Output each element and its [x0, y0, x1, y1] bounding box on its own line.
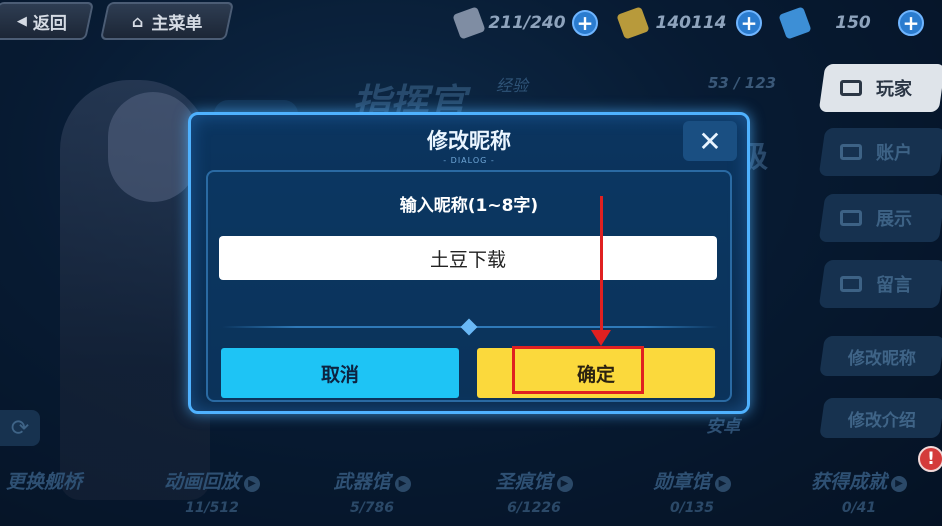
add-stamina-button[interactable]: + [572, 10, 598, 36]
tab-account[interactable]: 账户 [818, 128, 942, 176]
dialog-subtitle: - DIALOG - [443, 156, 495, 165]
arrow-icon: ▶ [244, 476, 260, 492]
arrow-icon: ▶ [891, 476, 907, 492]
close-icon[interactable]: ✕ [683, 121, 737, 161]
cancel-button[interactable]: 取消 [221, 348, 459, 398]
folder-icon [840, 144, 862, 160]
exp-label: 经验 [496, 76, 529, 95]
nav-label: 圣痕馆 [495, 471, 553, 493]
crystal-icon [778, 6, 812, 40]
nav-stigmata-hall[interactable]: 圣痕馆 ▶ 6/1226 [492, 467, 576, 516]
message-icon [840, 276, 862, 292]
display-icon [840, 210, 862, 226]
nickname-prompt: 输入昵称(1~8字) [399, 196, 539, 216]
alert-icon: ! [918, 446, 942, 472]
tab-message[interactable]: 留言 [818, 260, 942, 308]
nav-count: 11/512 [185, 500, 239, 516]
tab-message-label: 留言 [876, 275, 912, 296]
character-hair [108, 92, 198, 202]
back-label: 返回 [33, 13, 67, 34]
stamina-icon [452, 6, 486, 40]
nav-count: 5/786 [349, 500, 395, 516]
nav-label: 勋章馆 [653, 471, 711, 493]
platform-label: 安卓 [706, 417, 740, 437]
coins-counter: 140114 + [616, 6, 762, 40]
nav-medal-hall[interactable]: 勋章馆 ▶ 0/135 [650, 467, 734, 516]
tab-player[interactable]: 玩家 [818, 64, 942, 112]
crystals-counter: 150 + [778, 6, 924, 40]
change-bridge-label: 更换舰桥 [6, 471, 83, 493]
tab-display[interactable]: 展示 [818, 194, 942, 242]
dialog-header: 修改昵称 - DIALOG - [203, 119, 735, 171]
exp-value: 53 / 123 [708, 74, 777, 92]
annotation-highlight-box [512, 346, 644, 394]
edit-nickname-button[interactable]: 修改昵称 [819, 336, 942, 376]
back-button[interactable]: ◀ 返回 [0, 2, 95, 40]
nav-count: 0/41 [841, 500, 877, 516]
add-coins-button[interactable]: + [736, 10, 762, 36]
edit-intro-label: 修改介绍 [848, 410, 916, 431]
annotation-arrow [600, 196, 603, 336]
add-crystals-button[interactable]: + [898, 10, 924, 36]
main-menu-label: 主菜单 [151, 13, 203, 34]
tab-account-label: 账户 [876, 143, 912, 164]
nav-label: 武器馆 [333, 471, 391, 493]
id-card-icon [840, 80, 862, 96]
nav-achievements[interactable]: 获得成就 ▶ 0/41 [806, 467, 912, 516]
back-arrow-icon: ◀ [17, 13, 27, 29]
tab-display-label: 展示 [876, 209, 912, 230]
coins-value: 140114 [655, 13, 727, 33]
nav-animation-replay[interactable]: 动画回放 ▶ 11/512 [160, 467, 264, 516]
tab-player-label: 玩家 [876, 79, 912, 100]
dialog-title: 修改昵称 [427, 129, 511, 153]
edit-intro-button[interactable]: 修改介绍 [819, 398, 942, 438]
nav-count: 6/1226 [507, 500, 561, 516]
arrow-icon: ▶ [394, 476, 411, 492]
refresh-icon[interactable]: ⟳ [0, 410, 40, 446]
home-icon: ⌂ [131, 11, 144, 31]
main-menu-button[interactable]: ⌂ 主菜单 [99, 2, 235, 40]
stamina-counter: 211/240 + [452, 6, 598, 40]
nickname-input[interactable] [219, 236, 717, 280]
nav-label: 获得成就 [810, 471, 887, 493]
coin-icon [616, 6, 650, 40]
nav-label: 动画回放 [163, 471, 240, 493]
edit-nickname-label: 修改昵称 [848, 348, 916, 369]
arrow-icon: ▶ [714, 476, 731, 492]
nav-weapon-hall[interactable]: 武器馆 ▶ 5/786 [330, 467, 414, 516]
annotation-arrow-head [591, 330, 611, 346]
stamina-value: 211/240 [488, 13, 566, 33]
change-bridge-button[interactable]: 更换舰桥 [6, 467, 82, 494]
nav-count: 0/135 [669, 500, 715, 516]
crystals-value: 150 [835, 13, 871, 33]
arrow-icon: ▶ [556, 476, 573, 492]
